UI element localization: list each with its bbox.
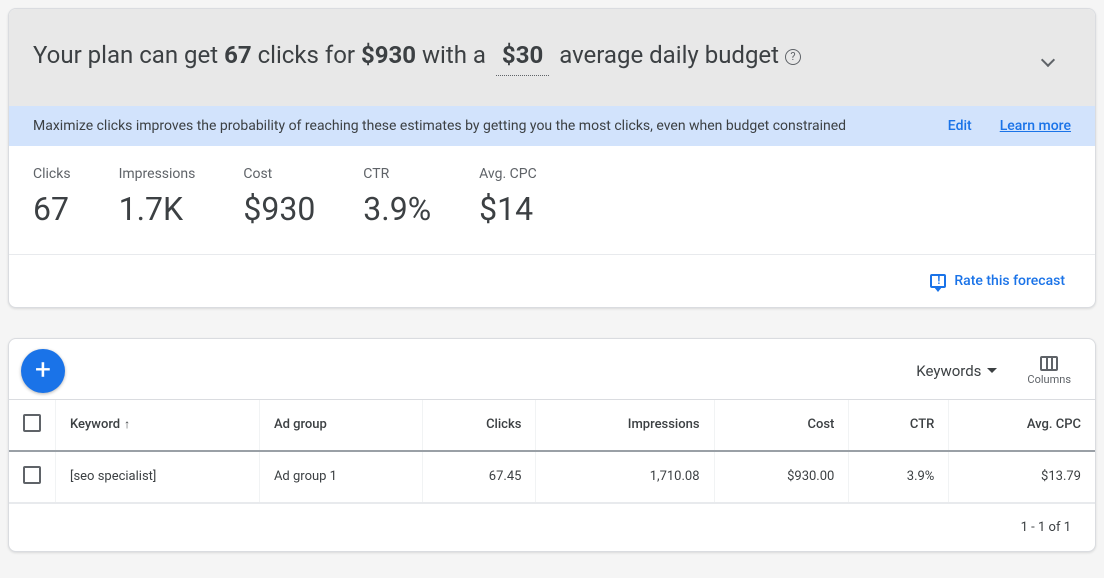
daily-budget-input[interactable]: $30 [496, 39, 549, 76]
columns-icon [1040, 356, 1058, 371]
stat-value: 3.9% [363, 190, 431, 228]
keywords-table: Keyword ↑ Ad group Clicks Impressions Cos… [9, 399, 1095, 503]
stat-label: CTR [363, 166, 431, 182]
stat-label: Avg. CPC [479, 166, 537, 182]
stat-clicks: Clicks 67 [33, 166, 71, 228]
rate-label: Rate this forecast [954, 273, 1065, 289]
sort-asc-icon: ↑ [124, 417, 130, 431]
col-avgcpc[interactable]: Avg. CPC [949, 399, 1095, 451]
col-cost[interactable]: Cost [714, 399, 849, 451]
col-clicks[interactable]: Clicks [422, 399, 536, 451]
expand-toggle[interactable] [1043, 43, 1071, 71]
select-all-header [9, 399, 56, 451]
help-icon[interactable]: ? [785, 49, 801, 65]
stat-label: Clicks [33, 166, 71, 182]
row-checkbox[interactable] [23, 466, 41, 484]
stat-value: $14 [479, 190, 537, 228]
cell-clicks: 67.45 [422, 451, 536, 503]
select-all-checkbox[interactable] [23, 414, 41, 432]
stat-label: Impressions [119, 166, 196, 182]
table-footer: 1 - 1 of 1 [9, 503, 1095, 551]
stat-value: 1.7K [119, 190, 196, 228]
keywords-dropdown[interactable]: Keywords [916, 362, 997, 380]
col-adgroup[interactable]: Ad group [259, 399, 422, 451]
columns-label: Columns [1027, 373, 1071, 386]
row-select-cell [9, 451, 56, 503]
col-ctr[interactable]: CTR [849, 399, 949, 451]
plan-suffix: average daily budget [553, 41, 779, 69]
add-keyword-button[interactable]: + [21, 349, 65, 393]
cell-keyword: [seo specialist] [56, 451, 260, 503]
plan-prefix: Your plan can get [33, 41, 224, 69]
col-impressions[interactable]: Impressions [536, 399, 714, 451]
table-row[interactable]: [seo specialist] Ad group 1 67.45 1,710.… [9, 451, 1095, 503]
plan-cost: $930 [361, 41, 416, 69]
stat-cost: Cost $930 [243, 166, 315, 228]
plan-mid1: clicks for [252, 41, 361, 69]
feedback-icon [930, 274, 946, 288]
keywords-dropdown-label: Keywords [916, 362, 981, 380]
rate-row: Rate this forecast [9, 255, 1095, 307]
plan-clicks: 67 [224, 41, 252, 69]
stat-impressions: Impressions 1.7K [119, 166, 196, 228]
caret-down-icon [987, 368, 997, 373]
columns-button[interactable]: Columns [1027, 356, 1071, 386]
stat-value: $930 [243, 190, 315, 228]
learn-more-link[interactable]: Learn more [1000, 118, 1071, 134]
plan-mid2: with a [416, 41, 492, 69]
table-header-row: Keyword ↑ Ad group Clicks Impressions Cos… [9, 399, 1095, 451]
stat-label: Cost [243, 166, 315, 182]
cell-impressions: 1,710.08 [536, 451, 714, 503]
plus-icon: + [35, 353, 51, 386]
chevron-down-icon [1041, 53, 1055, 67]
stat-value: 67 [33, 190, 71, 228]
forecast-card: Your plan can get 67 clicks for $930 wit… [8, 8, 1096, 308]
info-bar: Maximize clicks improves the probability… [9, 106, 1095, 146]
edit-link[interactable]: Edit [948, 118, 972, 134]
keywords-table-card: + Keywords Columns Keyword ↑ Ad group Cli… [8, 338, 1096, 552]
rate-forecast-button[interactable]: Rate this forecast [930, 273, 1065, 289]
col-keyword-label: Keyword [70, 417, 120, 432]
plan-summary-text: Your plan can get 67 clicks for $930 wit… [33, 39, 801, 76]
cell-ctr: 3.9% [849, 451, 949, 503]
cell-cost: $930.00 [714, 451, 849, 503]
cell-adgroup: Ad group 1 [259, 451, 422, 503]
stats-row: Clicks 67 Impressions 1.7K Cost $930 CTR… [9, 146, 1095, 255]
table-toolbar: + Keywords Columns [9, 339, 1095, 399]
cell-avgcpc: $13.79 [949, 451, 1095, 503]
plan-header: Your plan can get 67 clicks for $930 wit… [9, 9, 1095, 106]
stat-avgcpc: Avg. CPC $14 [479, 166, 537, 228]
col-keyword[interactable]: Keyword ↑ [56, 399, 260, 451]
stat-ctr: CTR 3.9% [363, 166, 431, 228]
info-text: Maximize clicks improves the probability… [33, 118, 846, 134]
